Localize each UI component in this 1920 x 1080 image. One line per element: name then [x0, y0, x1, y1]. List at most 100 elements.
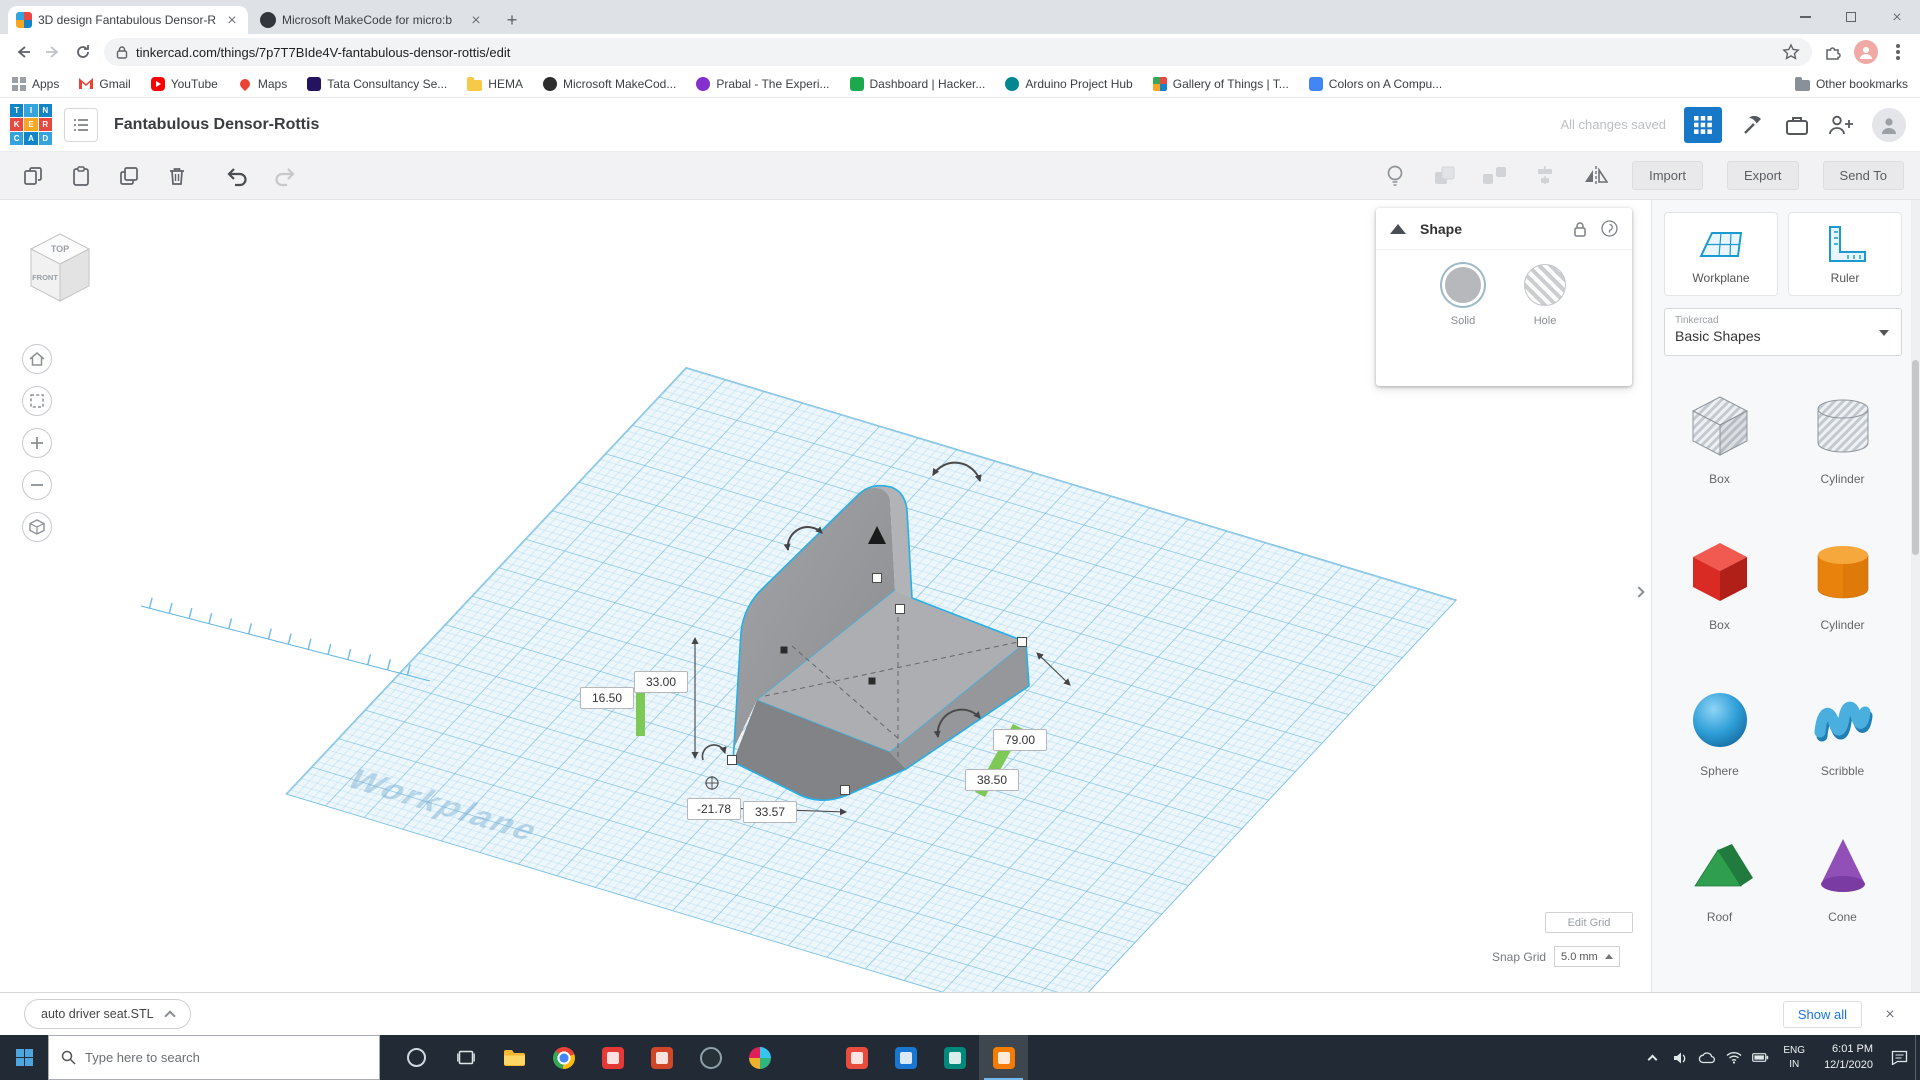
sidebar-scrollbar[interactable]	[1911, 200, 1920, 992]
taskbar-app-active-orange[interactable]	[979, 1035, 1028, 1080]
fit-view-button[interactable]	[22, 386, 52, 416]
scrollbar-thumb[interactable]	[1912, 360, 1919, 555]
taskbar-app-blue[interactable]	[881, 1035, 930, 1080]
taskbar-app-scratch[interactable]	[832, 1035, 881, 1080]
bookmark-prabal[interactable]: Prabal - The Experi...	[696, 76, 830, 91]
shape-roof[interactable]: Roof	[1685, 830, 1755, 924]
shape-sphere[interactable]: Sphere	[1685, 684, 1755, 778]
taskbar-app-dark-circle[interactable]	[686, 1035, 735, 1080]
workplane-tool[interactable]: Workplane	[1664, 212, 1778, 296]
new-tab-button[interactable]: +	[500, 8, 524, 32]
refresh-button[interactable]	[68, 37, 98, 67]
snap-grid-select[interactable]: 5.0 mm	[1554, 946, 1621, 967]
dimension-pos-x[interactable]: -21.78	[687, 798, 741, 820]
shape-box-red[interactable]: Box	[1685, 538, 1755, 632]
tray-expand-button[interactable]	[1639, 1035, 1666, 1080]
tinker-tools-button[interactable]	[1740, 112, 1766, 138]
dimension-length[interactable]: 79.00	[993, 729, 1047, 751]
export-button[interactable]: Export	[1726, 161, 1799, 190]
delete-button[interactable]	[164, 163, 190, 189]
tinkercad-logo[interactable]: TIN KER CAD	[10, 103, 52, 146]
tab-close-icon[interactable]	[224, 12, 240, 28]
shape-library-dropdown[interactable]: Tinkercad Basic Shapes	[1664, 308, 1902, 356]
bookmark-tcs[interactable]: Tata Consultancy Se...	[307, 76, 447, 91]
bookmark-youtube[interactable]: YouTube	[150, 76, 218, 91]
dimension-elevation[interactable]: 16.50	[580, 687, 634, 709]
download-item[interactable]: auto driver seat.STL	[24, 999, 191, 1029]
view-cube-top-label[interactable]: TOP	[51, 244, 69, 254]
bookmark-hackerrank[interactable]: Dashboard | Hacker...	[849, 76, 985, 91]
view-cube-front-label[interactable]: FRONT	[32, 273, 58, 282]
onedrive-button[interactable]	[1693, 1035, 1720, 1080]
bookmark-makecode[interactable]: Microsoft MakeCod...	[542, 76, 676, 91]
redo-button[interactable]	[272, 163, 298, 189]
send-to-button[interactable]: Send To	[1822, 161, 1904, 190]
bookmark-arduino[interactable]: Arduino Project Hub	[1005, 76, 1133, 91]
extensions-button[interactable]	[1818, 37, 1848, 67]
hole-option[interactable]: Hole	[1524, 264, 1566, 327]
show-all-downloads-button[interactable]: Show all	[1782, 1000, 1862, 1028]
bookmark-colors[interactable]: Colors on A Compu...	[1308, 76, 1442, 91]
url-field[interactable]: tinkercad.com/things/7p7T7BIde4V-fantabu…	[104, 38, 1812, 66]
undo-button[interactable]	[224, 163, 250, 189]
bookmark-star-icon[interactable]	[1782, 43, 1800, 61]
user-avatar[interactable]	[1872, 107, 1906, 142]
powerpoint-button[interactable]	[637, 1035, 686, 1080]
task-view-button[interactable]	[441, 1035, 490, 1080]
copy-button[interactable]	[20, 163, 46, 189]
paste-button[interactable]	[68, 163, 94, 189]
tab-close-icon[interactable]	[468, 12, 484, 28]
dimension-pos-y[interactable]: 33.57	[743, 801, 797, 823]
minimize-button[interactable]	[1782, 0, 1828, 34]
blocks-view-button[interactable]	[1684, 106, 1722, 143]
back-button[interactable]	[8, 37, 38, 67]
forward-button[interactable]	[38, 37, 68, 67]
collapse-panel-icon[interactable]	[1390, 223, 1406, 234]
tab-tinkercad[interactable]: 3D design Fantabulous Densor-R	[8, 6, 248, 34]
import-button[interactable]: Import	[1632, 161, 1703, 190]
volume-button[interactable]	[1666, 1035, 1693, 1080]
shape-cylinder-orange[interactable]: Cylinder	[1808, 538, 1878, 632]
group-button[interactable]	[1432, 163, 1458, 189]
other-bookmarks[interactable]: Other bookmarks	[1794, 76, 1908, 91]
shape-cylinder-striped[interactable]: Cylinder	[1808, 392, 1878, 486]
chevron-up-icon[interactable]	[163, 1010, 176, 1022]
align-button[interactable]	[1532, 163, 1558, 189]
cortana-button[interactable]	[392, 1035, 441, 1080]
ungroup-button[interactable]	[1482, 163, 1508, 189]
zoom-in-button[interactable]	[22, 428, 52, 458]
design-properties-button[interactable]	[64, 107, 98, 142]
start-button[interactable]	[0, 1035, 48, 1080]
show-desktop-button[interactable]	[1915, 1035, 1920, 1080]
view-cube[interactable]: TOP FRONT	[20, 222, 98, 306]
seat-object[interactable]	[705, 484, 1030, 801]
visibility-bulb-icon[interactable]	[1601, 220, 1618, 237]
dimension-width[interactable]: 38.50	[965, 769, 1019, 791]
action-center-button[interactable]	[1883, 1035, 1915, 1080]
dimension-height[interactable]: 33.00	[634, 671, 688, 693]
lock-icon[interactable]	[1573, 221, 1587, 237]
taskbar-app-colorful[interactable]	[735, 1035, 784, 1080]
solid-option[interactable]: Solid	[1442, 264, 1484, 327]
viewport-3d[interactable]: Workplane 33.00 16.50 79.00 38.50 -21.78…	[0, 200, 1651, 992]
home-view-button[interactable]	[22, 344, 52, 374]
show-all-button[interactable]	[1382, 163, 1408, 189]
network-button[interactable]	[1720, 1035, 1747, 1080]
perspective-toggle-button[interactable]	[22, 512, 52, 542]
file-explorer-button[interactable]	[490, 1035, 539, 1080]
taskbar-app-red[interactable]	[588, 1035, 637, 1080]
browser-profile-avatar[interactable]	[1854, 40, 1878, 64]
chrome-button[interactable]	[539, 1035, 588, 1080]
clock[interactable]: 6:01 PM 12/1/2020	[1814, 1035, 1883, 1080]
bookmark-hema-folder[interactable]: HEMA	[467, 76, 523, 91]
bookmark-maps[interactable]: Maps	[237, 76, 287, 91]
shape-scribble[interactable]: Scribble	[1808, 684, 1878, 778]
mirror-button[interactable]	[1582, 163, 1609, 189]
close-button[interactable]	[1874, 0, 1920, 34]
library-button[interactable]	[1784, 112, 1810, 138]
duplicate-button[interactable]	[116, 163, 142, 189]
bookmark-gallery[interactable]: Gallery of Things | T...	[1152, 76, 1289, 91]
tab-makecode[interactable]: Microsoft MakeCode for micro:b	[252, 6, 492, 34]
battery-button[interactable]	[1747, 1035, 1774, 1080]
design-title[interactable]: Fantabulous Densor-Rottis	[114, 116, 319, 134]
